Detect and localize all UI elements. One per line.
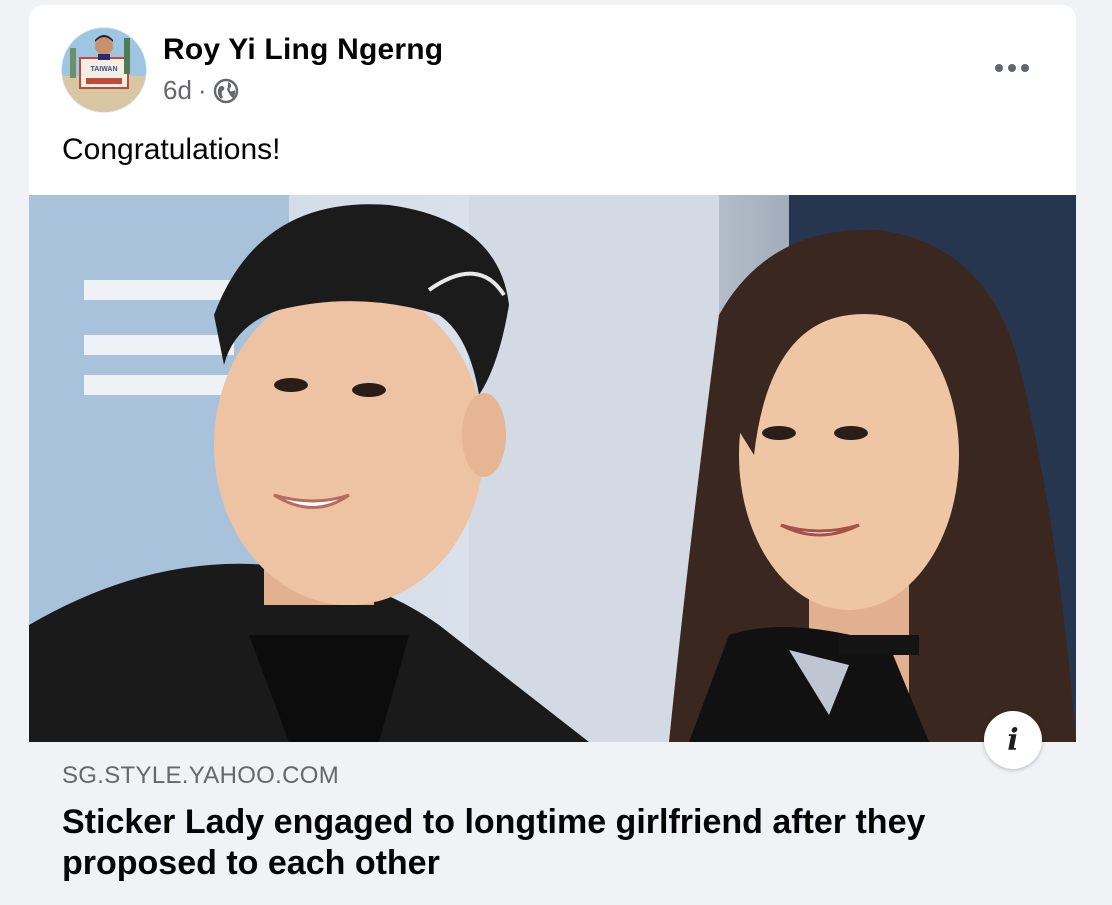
photo-two-women	[29, 195, 1076, 742]
link-preview-image[interactable]	[29, 195, 1076, 742]
avatar-image: TAIWAN	[62, 28, 146, 112]
post-message: Congratulations!	[62, 133, 281, 166]
post-meta: 6d ·	[163, 75, 239, 106]
avatar-sign-text: TAIWAN	[90, 66, 117, 73]
more-options-icon-dot	[1021, 64, 1029, 72]
more-options-icon-dot	[1008, 64, 1016, 72]
info-button[interactable]: i	[984, 711, 1042, 769]
more-options-button[interactable]	[988, 53, 1036, 83]
link-domain: SG.STYLE.YAHOO.COM	[62, 762, 340, 789]
post-header: TAIWAN Roy Yi Ling Ngerng 6d ·	[29, 5, 1076, 125]
more-options-icon	[995, 64, 1003, 72]
meta-separator: ·	[197, 75, 207, 105]
post-timestamp[interactable]: 6d	[163, 75, 192, 106]
globe-icon	[213, 78, 238, 103]
link-preview[interactable]: SG.STYLE.YAHOO.COM Sticker Lady engaged …	[29, 742, 1076, 905]
info-icon: i	[1007, 722, 1019, 758]
link-headline[interactable]: Sticker Lady engaged to longtime girlfri…	[62, 802, 1022, 884]
author-name[interactable]: Roy Yi Ling Ngerng	[163, 33, 443, 67]
author-avatar[interactable]: TAIWAN	[62, 28, 146, 112]
post-card: TAIWAN Roy Yi Ling Ngerng 6d · Congratul…	[29, 5, 1076, 905]
